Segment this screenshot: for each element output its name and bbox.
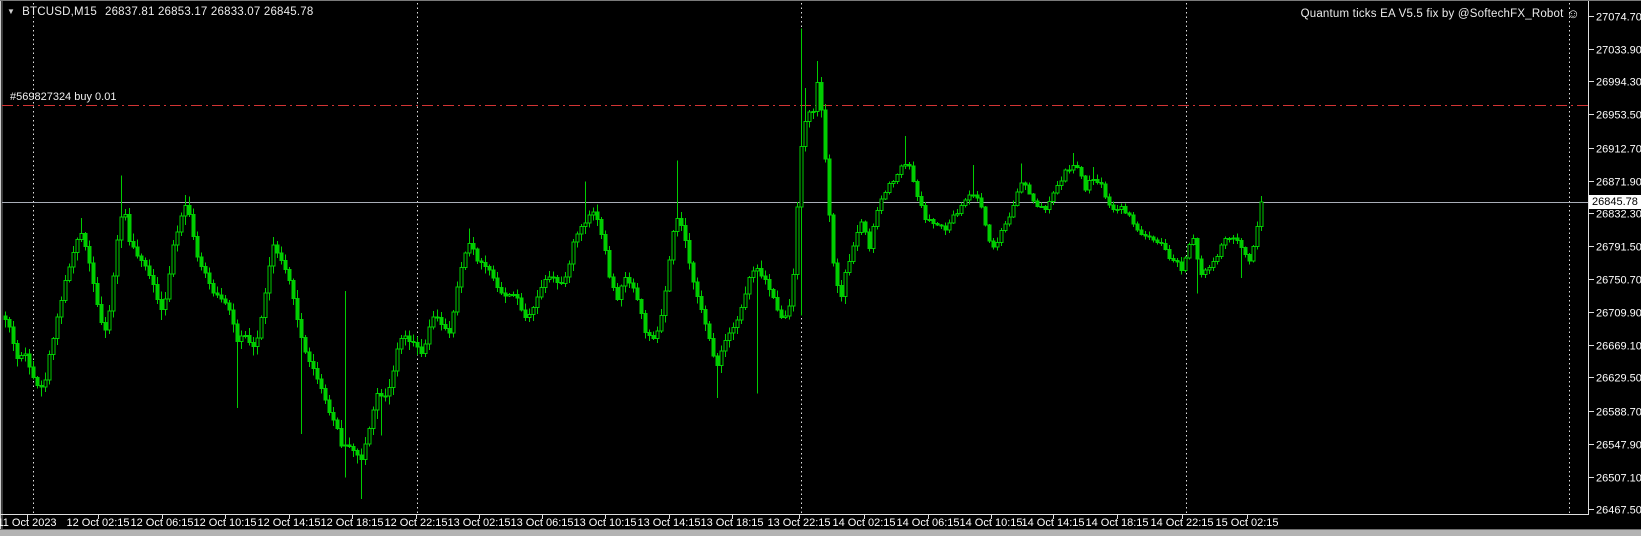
time-tick-label: 13 Oct 02:15	[448, 517, 511, 529]
time-tick-label: 12 Oct 02:15	[67, 517, 130, 529]
time-tick-label: 13 Oct 18:15	[701, 517, 764, 529]
time-tick-label: 14 Oct 10:15	[960, 517, 1023, 529]
time-tick-label: 12 Oct 14:15	[258, 517, 321, 529]
time-axis[interactable]: 11 Oct 2023 12 Oct 02:15 12 Oct 06:15 12 Oc…	[0, 515, 1279, 529]
time-tick-label: 13 Oct 22:15	[768, 517, 831, 529]
chart-dropdown-icon[interactable]: ▼	[7, 7, 15, 16]
price-tick-label: 26547.90	[1596, 440, 1641, 452]
time-tick-label: 14 Oct 18:15	[1086, 517, 1149, 529]
time-tick-label: 13 Oct 06:15	[511, 517, 574, 529]
time-tick-label: 12 Oct 10:15	[194, 517, 257, 529]
axes-frame	[0, 1, 1589, 515]
time-tick-label: 12 Oct 22:15	[385, 517, 448, 529]
order-label: #569827324 buy 0.01	[10, 91, 117, 103]
time-tick-label: 13 Oct 14:15	[638, 517, 701, 529]
time-tick-label: 14 Oct 22:15	[1151, 517, 1214, 529]
current-price-tag: 26845.78	[1589, 195, 1641, 209]
price-tick-label: 27033.90	[1596, 45, 1641, 57]
ea-watermark-text: Quantum ticks EA V5.5 fix by @SoftechFX_…	[1300, 8, 1564, 20]
time-tick-label: 14 Oct 14:15	[1022, 517, 1085, 529]
price-tick-label: 26750.70	[1596, 275, 1641, 287]
time-tick-label: 13 Oct 10:15	[574, 517, 637, 529]
time-tick-label: 14 Oct 02:15	[833, 517, 896, 529]
chart-symbol-label: BTCUSD,M15	[22, 6, 97, 18]
smiley-icon: ☺	[1566, 6, 1580, 21]
time-tick-label: 12 Oct 06:15	[131, 517, 194, 529]
time-tick-label: 14 Oct 06:15	[897, 517, 960, 529]
time-tick-label: 15 Oct 02:15	[1216, 517, 1279, 529]
chart-ohlc-values: 26837.81 26853.17 26833.07 26845.78	[104, 6, 314, 18]
price-tick-label: 26467.50	[1596, 505, 1641, 517]
price-tick-label: 26507.10	[1596, 473, 1641, 485]
price-tick-label: 26588.70	[1596, 407, 1641, 419]
price-tick-label: 26953.50	[1596, 110, 1641, 122]
ea-watermark: Quantum ticks EA V5.5 fix by @SoftechFX_…	[1301, 6, 1580, 21]
chart-title: ▼ BTCUSD,M15 26837.81 26853.17 26833.07 26…	[7, 6, 313, 18]
price-tick-label: 26832.30	[1596, 209, 1641, 221]
price-tick-label: 26871.90	[1596, 177, 1641, 189]
price-tick-label: 26791.50	[1596, 242, 1641, 254]
mt4-chart-window: 27074.70 27033.90 26994.30 26953.50 26912.70…	[0, 0, 1641, 536]
price-tick-label: 26709.90	[1596, 308, 1641, 320]
candles	[3, 28, 1264, 499]
time-tick-label: 11 Oct 2023	[0, 517, 57, 529]
candlestick-chart[interactable]: 27074.70 27033.90 26994.30 26953.50 26912.70…	[0, 1, 1641, 536]
price-tick-label: 27074.70	[1596, 12, 1641, 24]
window-bottom-border	[0, 529, 1641, 536]
price-axis[interactable]: 27074.70 27033.90 26994.30 26953.50 26912.70…	[1589, 12, 1641, 517]
time-tick-label: 12 Oct 18:15	[321, 517, 384, 529]
price-tick-label: 26669.10	[1596, 341, 1641, 353]
price-tick-label: 26629.50	[1596, 373, 1641, 385]
price-tick-label: 26994.30	[1596, 77, 1641, 89]
price-tick-label: 26912.70	[1596, 144, 1641, 156]
